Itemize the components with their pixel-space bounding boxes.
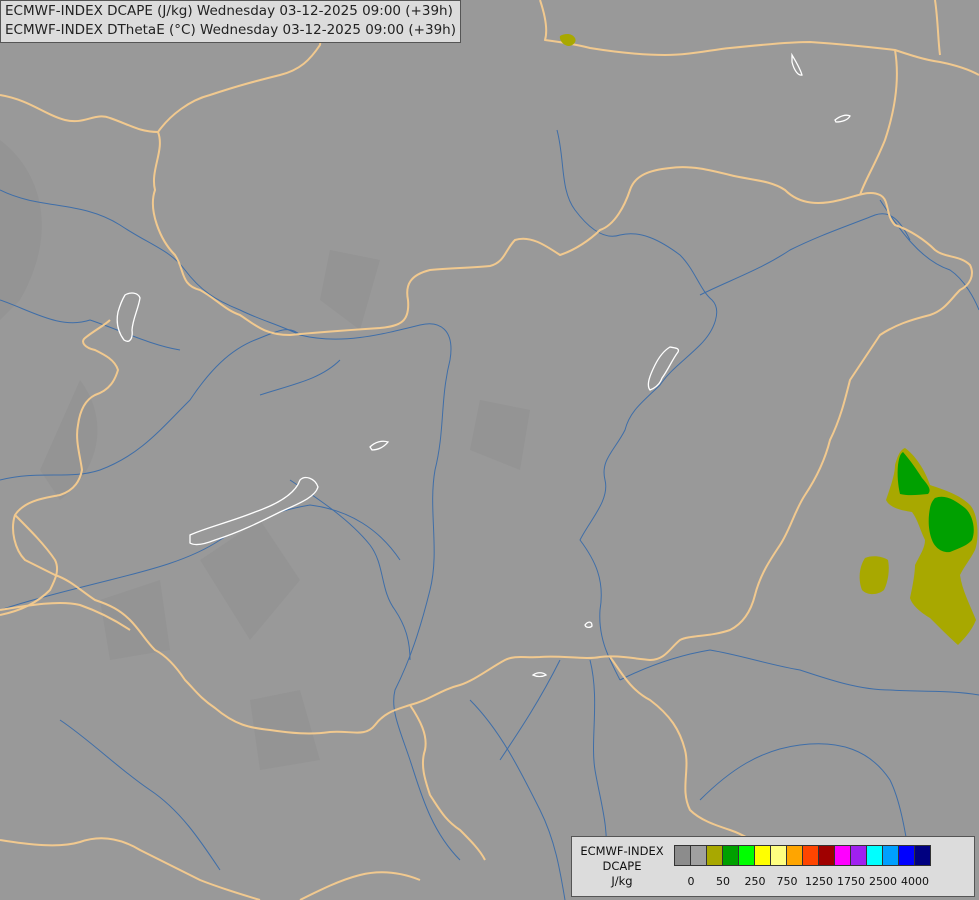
map-title-box: ECMWF-INDEX DCAPE (J/kg) Wednesday 03-12…: [0, 0, 461, 43]
map-title-dthetae: ECMWF-INDEX DThetaE (°C) Wednesday 03-12…: [5, 22, 456, 38]
legend-title-model: ECMWF-INDEX: [580, 844, 664, 858]
lake-neusiedl: [116, 292, 141, 342]
dcape-area-50-small: [859, 556, 889, 595]
legend-tick-label: 0: [687, 875, 695, 888]
legend-tick-label: 2500: [869, 875, 897, 888]
legend-tick-label: 750: [776, 875, 798, 888]
legend-swatch: [818, 845, 835, 866]
lake-small-ne: [834, 114, 851, 123]
legend-tick-label: 1250: [805, 875, 833, 888]
legend-swatch: [882, 845, 899, 866]
legend-tick-label: 4000: [901, 875, 929, 888]
legend-swatch: [754, 845, 771, 866]
weather-map: [0, 0, 979, 900]
legend-swatch: [834, 845, 851, 866]
legend-title: ECMWF-INDEX DCAPE J/kg: [574, 844, 670, 889]
legend-swatches: [674, 845, 931, 866]
legend-title-unit: J/kg: [611, 874, 633, 888]
legend-swatch: [786, 845, 803, 866]
legend-swatch: [706, 845, 723, 866]
legend-swatch: [866, 845, 883, 866]
legend-tick-label: 50: [716, 875, 730, 888]
dcape-legend: ECMWF-INDEX DCAPE J/kg 0 50 250 750 1250 1750…: [571, 836, 975, 897]
lake-velence: [369, 440, 390, 451]
legend-swatch: [722, 845, 739, 866]
map-title-dcape: ECMWF-INDEX DCAPE (J/kg) Wednesday 03-12…: [5, 3, 453, 19]
legend-swatch: [914, 845, 931, 866]
legend-swatch: [802, 845, 819, 866]
legend-swatch: [738, 845, 755, 866]
legend-swatch: [690, 845, 707, 866]
legend-swatch: [850, 845, 867, 866]
legend-swatch: [770, 845, 787, 866]
rivers: [0, 129, 979, 900]
legend-swatch: [674, 845, 691, 866]
legend-tick-label: 1750: [837, 875, 865, 888]
legend-title-param: DCAPE: [602, 859, 642, 873]
legend-tick-label: 250: [744, 875, 766, 888]
dcape-areas: [559, 33, 978, 645]
dcape-area-50-top: [559, 33, 576, 46]
lake-small-south2: [531, 672, 548, 678]
legend-swatch: [898, 845, 915, 866]
lake-small-south: [584, 621, 593, 629]
lake-small-north: [791, 52, 803, 76]
